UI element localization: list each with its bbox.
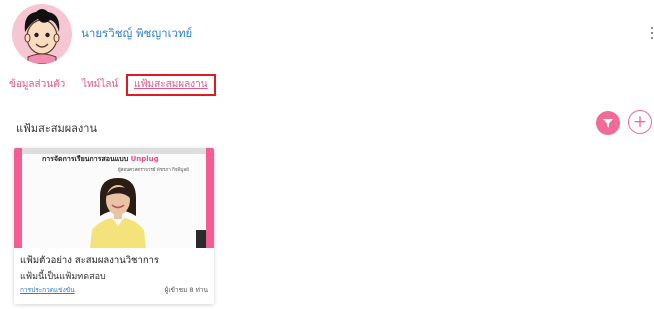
filter-icon <box>603 119 613 128</box>
card-thumbnail: การจัดการเรียนการสอนแบบ Unplug ผู้สอนศาส… <box>14 148 214 248</box>
avatar-cartoon-image <box>24 9 60 64</box>
user-name: นายรวิชญ์ พิชญาเวทย์ <box>81 26 193 40</box>
plus-icon: + <box>632 111 648 132</box>
view-count: ผู้เข้าชม 8 ท่าน <box>164 286 208 294</box>
card-title: แฟ้มตัวอย่าง สะสมผลงานวิชาการ <box>20 255 160 266</box>
portfolio-card[interactable]: การจัดการเรียนการสอนแบบ Unplug ผู้สอนศาส… <box>14 148 214 304</box>
add-portfolio-button[interactable]: + <box>628 110 652 134</box>
tab-personal-info[interactable]: ข้อมูลส่วนตัว <box>9 73 65 97</box>
tab-portfolio[interactable]: แฟ้มสะสมผลงาน <box>126 74 216 96</box>
card-description: แฟ้มนี้เป็นแฟ้มทดสอบ <box>20 272 106 282</box>
thumbnail-subtitle: ผู้สอนศาสตราจารย์ พัชรภา กิจพิบูลย์ <box>118 168 189 173</box>
more-options-icon[interactable] <box>650 27 654 41</box>
section-title: แฟ้มสะสมผลงาน <box>16 122 97 135</box>
avatar <box>12 4 72 64</box>
thumbnail-title: การจัดการเรียนการสอนแบบ Unplug <box>42 155 159 163</box>
filter-button[interactable] <box>596 111 620 135</box>
category-link[interactable]: การประกวดแข่งขัน <box>20 285 75 295</box>
tab-timeline[interactable]: ไทม์ไลน์ <box>82 73 118 97</box>
presenter-photo <box>90 178 146 248</box>
